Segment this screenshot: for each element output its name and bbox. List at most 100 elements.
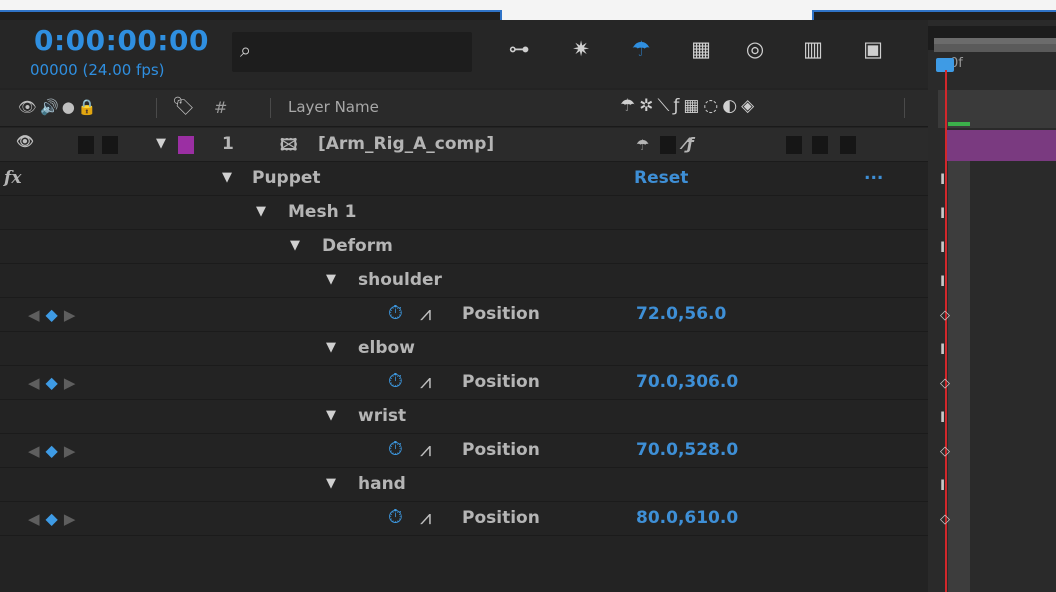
- property-name: Position: [462, 508, 540, 528]
- keyframe-navigator[interactable]: ◀◆▶: [28, 441, 81, 460]
- group-name: Deform: [322, 236, 393, 256]
- layer-switch-box[interactable]: [840, 136, 856, 154]
- av-features-icons[interactable]: 👁🔊●🔒: [18, 98, 100, 116]
- graph-icon[interactable]: ⩘: [420, 437, 431, 461]
- property-name: Position: [462, 372, 540, 392]
- search-icon: ⌕: [240, 38, 252, 62]
- keyframe-navigator[interactable]: ◀◆▶: [28, 305, 81, 324]
- keyframe-diamond-icon[interactable]: ◆: [46, 305, 64, 324]
- pin-name: shoulder: [358, 270, 442, 290]
- layer-switch-box[interactable]: [812, 136, 828, 154]
- layer-switches-header-icons[interactable]: ☂✲⟍ƒ▦◌◐◈: [620, 96, 758, 116]
- property-row-position[interactable]: ◀◆▶ ⏱ ⩘ Position 80.0,610.0: [0, 502, 928, 536]
- layer-search-input[interactable]: ⌕: [232, 32, 472, 72]
- label-tag-icon[interactable]: 🏷: [172, 96, 195, 117]
- pin-name: elbow: [358, 338, 415, 358]
- stopwatch-icon[interactable]: ⏱: [388, 438, 403, 460]
- property-row-position[interactable]: ◀◆▶ ⏱ ⩘ Position 72.0,56.0: [0, 298, 928, 332]
- keyframe-marker[interactable]: ◇: [940, 376, 950, 391]
- graph-icon[interactable]: ⩘: [420, 369, 431, 393]
- layer-name[interactable]: [Arm_Rig_A_comp]: [318, 134, 494, 154]
- motion-blur-icon[interactable]: ◎: [740, 34, 770, 64]
- expand-triangle-icon[interactable]: ▼: [326, 272, 336, 287]
- shy-layers-icon[interactable]: ☂: [626, 34, 656, 64]
- chart-editor-icon[interactable]: ▣: [858, 34, 888, 64]
- graph-editor-toggle-icon[interactable]: ▥: [798, 34, 828, 64]
- expand-triangle-icon[interactable]: ▼: [256, 204, 266, 219]
- effect-in-point-marker: I: [940, 342, 946, 358]
- graph-icon[interactable]: ⩘: [420, 301, 431, 325]
- pin-row-shoulder[interactable]: ▼ shoulder: [0, 264, 928, 298]
- group-row-mesh[interactable]: ▼ Mesh 1: [0, 196, 928, 230]
- solo-switch[interactable]: [78, 136, 94, 154]
- stopwatch-icon[interactable]: ⏱: [388, 506, 403, 528]
- property-value[interactable]: 80.0,610.0: [636, 508, 738, 528]
- keyframe-diamond-icon[interactable]: ◆: [46, 509, 64, 528]
- layer-name-header[interactable]: Layer Name: [288, 98, 379, 116]
- time-ruler[interactable]: [934, 44, 1056, 52]
- expand-triangle-icon[interactable]: ▼: [326, 408, 336, 423]
- property-row-position[interactable]: ◀◆▶ ⏱ ⩘ Position 70.0,528.0: [0, 434, 928, 468]
- column-header: 👁🔊●🔒 🏷 # Layer Name ☂✲⟍ƒ▦◌◐◈: [0, 90, 928, 127]
- panel-tab-right[interactable]: [812, 10, 1056, 20]
- effect-in-point-marker: I: [940, 274, 946, 290]
- reset-button[interactable]: Reset: [634, 168, 688, 188]
- pin-row-hand[interactable]: ▼ hand: [0, 468, 928, 502]
- composition-layer-icon: 🖾: [280, 135, 298, 154]
- pin-row-elbow[interactable]: ▼ elbow: [0, 332, 928, 366]
- layer-number-header: #: [214, 98, 228, 117]
- pin-row-wrist[interactable]: ▼ wrist: [0, 400, 928, 434]
- shy-switch-icon[interactable]: ☂: [636, 136, 649, 154]
- current-time-display[interactable]: 0:00:00:00: [34, 24, 209, 57]
- graph-icon[interactable]: ⩘: [420, 505, 431, 529]
- window-top-strip: [0, 0, 1056, 20]
- column-separator: [270, 98, 271, 118]
- effect-in-point-marker: I: [940, 478, 946, 494]
- keyframe-navigator[interactable]: ◀◆▶: [28, 509, 81, 528]
- timeline-layer-panel: 0:00:00:00 00000 (24.00 fps) ⌕ ⊶ ✷ ☂ ▦ ◎…: [0, 20, 928, 592]
- expand-triangle-icon[interactable]: ▼: [326, 340, 336, 355]
- expand-triangle-icon[interactable]: ▼: [290, 238, 300, 253]
- layer-switch-box[interactable]: [660, 136, 676, 154]
- keyframe-diamond-icon[interactable]: ◆: [46, 373, 64, 392]
- keyframe-marker[interactable]: ◇: [940, 308, 950, 323]
- property-row-position[interactable]: ◀◆▶ ⏱ ⩘ Position 70.0,306.0: [0, 366, 928, 400]
- column-separator: [904, 98, 905, 118]
- keyframe-column: [948, 130, 970, 592]
- property-value[interactable]: 70.0,528.0: [636, 440, 738, 460]
- frame-blending-icon[interactable]: ▦: [686, 34, 716, 64]
- panel-tab-left[interactable]: [0, 10, 502, 20]
- expand-triangle-icon[interactable]: ▼: [326, 476, 336, 491]
- composition-flowchart-icon[interactable]: ⊶: [504, 34, 534, 64]
- expand-triangle-icon[interactable]: ▼: [156, 136, 166, 151]
- quality-effect-switch-icon[interactable]: ⁄ƒ: [684, 134, 694, 153]
- timeline-header: 0:00:00:00 00000 (24.00 fps) ⌕ ⊶ ✷ ☂ ▦ ◎…: [0, 20, 928, 88]
- draft-3d-icon[interactable]: ✷: [566, 34, 596, 64]
- effect-fx-toggle[interactable]: fx: [4, 168, 21, 188]
- effect-options-button[interactable]: ...: [864, 164, 883, 184]
- layer-row[interactable]: 👁 ▼ 1 🖾 [Arm_Rig_A_comp] ☂ ⁄ƒ: [0, 128, 928, 162]
- keyframe-navigator[interactable]: ◀◆▶: [28, 373, 81, 392]
- keyframe-diamond-icon[interactable]: ◆: [46, 441, 64, 460]
- property-value[interactable]: 72.0,56.0: [636, 304, 726, 324]
- stopwatch-icon[interactable]: ⏱: [388, 370, 403, 392]
- effect-in-point-marker: I: [940, 172, 946, 188]
- keyframe-marker[interactable]: ◇: [940, 444, 950, 459]
- lock-switch[interactable]: [102, 136, 118, 154]
- pin-name: hand: [358, 474, 406, 494]
- stopwatch-icon[interactable]: ⏱: [388, 302, 403, 324]
- visibility-eye-icon[interactable]: 👁: [16, 134, 34, 150]
- layer-label-color[interactable]: [178, 136, 194, 154]
- effect-row-puppet[interactable]: fx ▼ Puppet Reset ...: [0, 162, 928, 196]
- expand-triangle-icon[interactable]: ▼: [222, 170, 232, 185]
- timeline-graph-area[interactable]: 0f I I I I ◇ I ◇ I ◇ I ◇: [928, 20, 1056, 592]
- keyframe-marker[interactable]: ◇: [940, 512, 950, 527]
- effect-name: Puppet: [252, 168, 321, 188]
- layer-duration-bar[interactable]: [946, 130, 1056, 161]
- column-separator: [156, 98, 157, 118]
- group-row-deform[interactable]: ▼ Deform: [0, 230, 928, 264]
- effect-in-point-marker: I: [940, 206, 946, 222]
- effect-in-point-marker: I: [940, 240, 946, 256]
- property-value[interactable]: 70.0,306.0: [636, 372, 738, 392]
- layer-switch-box[interactable]: [786, 136, 802, 154]
